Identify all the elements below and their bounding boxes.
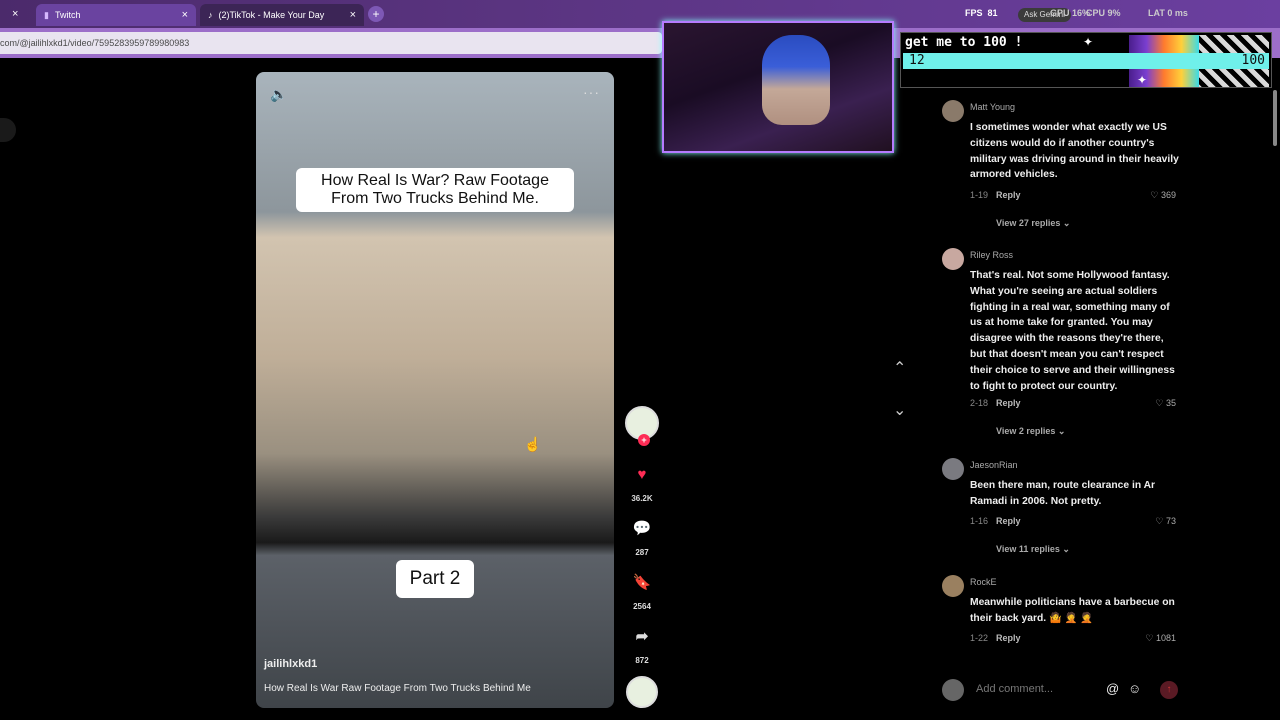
sparkle-icon: ✦: [1137, 73, 1148, 87]
close-tab-icon[interactable]: ×: [350, 9, 356, 21]
goal-title: get me to 100 !: [905, 35, 1023, 50]
avatar[interactable]: [942, 575, 964, 597]
comment-likes[interactable]: ♡ 369: [1150, 190, 1176, 201]
heart-icon[interactable]: ♥: [624, 466, 660, 484]
tab-label: Twitch: [54, 10, 81, 20]
comment-text: I sometimes wonder what exactly we US ci…: [970, 122, 1179, 181]
comment-author[interactable]: Matt Young: [970, 102, 1015, 112]
reply-button[interactable]: Reply: [996, 516, 1021, 526]
browser-tab-bar: × ▮ Twitch × ♪ (2)TikTok - Make Your Day…: [0, 0, 1280, 28]
video-part-label: Part 2: [396, 560, 474, 598]
streamer-figure: [762, 35, 830, 125]
send-button[interactable]: ↑: [1160, 681, 1178, 699]
comment-likes[interactable]: ♡ 35: [1155, 398, 1176, 409]
avatar[interactable]: [942, 100, 964, 122]
comment-text: Been there man, route clearance in Ar Ra…: [970, 480, 1156, 507]
url-field[interactable]: com/@jailihlxkd1/video/75952839597899809…: [0, 32, 662, 54]
avatar: [942, 679, 964, 701]
comment-author[interactable]: Riley Ross: [970, 250, 1013, 260]
volume-icon[interactable]: 🔈: [270, 86, 287, 103]
reply-button[interactable]: Reply: [996, 190, 1021, 200]
bookmark-icon[interactable]: 🔖: [624, 574, 660, 592]
more-options-icon[interactable]: ···: [583, 84, 600, 100]
webcam-overlay: [662, 21, 894, 153]
view-replies-button[interactable]: View 27 replies ⌄: [996, 218, 1070, 229]
tab-twitch[interactable]: ▮ Twitch ×: [36, 4, 196, 26]
new-tab-button[interactable]: +: [368, 6, 384, 22]
comment-icon[interactable]: 💬: [624, 520, 660, 538]
tab-tiktok[interactable]: ♪ (2)TikTok - Make Your Day ×: [200, 4, 364, 26]
avatar[interactable]: +: [625, 406, 659, 446]
video-player[interactable]: 🔈 ··· How Real Is War? Raw Footage From …: [256, 72, 614, 708]
video-author[interactable]: jailihlxkd1: [264, 658, 317, 670]
avatar[interactable]: [942, 458, 964, 480]
comment-input[interactable]: Add comment...: [976, 683, 1053, 695]
comment-meta: 2-18 Reply: [970, 398, 1021, 408]
avatar[interactable]: [942, 248, 964, 270]
music-disc[interactable]: [624, 676, 660, 708]
comment-count: 287: [635, 548, 649, 557]
comment-meta: 1-22 Reply: [970, 633, 1021, 643]
comment-author[interactable]: JaesonRian: [970, 460, 1018, 470]
comment-meta: 1-16 Reply: [970, 516, 1021, 526]
gpu-readout: GPU 16%: [1050, 8, 1091, 18]
reply-button[interactable]: Reply: [996, 398, 1021, 408]
comment-author[interactable]: RockE: [970, 577, 997, 587]
side-nav-handle[interactable]: [0, 118, 16, 142]
reply-button[interactable]: Reply: [996, 633, 1021, 643]
emoji-icon[interactable]: ☺: [1128, 681, 1141, 696]
comment-likes[interactable]: ♡ 1081: [1145, 633, 1176, 644]
follow-plus-icon[interactable]: +: [638, 434, 650, 446]
follower-goal-widget: get me to 100 ! ✦ ✦ 12 100: [900, 32, 1272, 88]
add-comment-bar: Add comment... @ ☺ ↑: [940, 676, 1180, 704]
view-replies-button[interactable]: View 11 replies ⌄: [996, 544, 1070, 555]
view-replies-button[interactable]: View 2 replies ⌄: [996, 426, 1065, 437]
cpu-readout: CPU 9%: [1086, 8, 1121, 18]
comment-meta: 1-19 Reply: [970, 190, 1021, 200]
creator-avatar[interactable]: +: [624, 406, 660, 446]
music-disc-icon[interactable]: [626, 676, 658, 708]
close-tab-icon[interactable]: ×: [12, 8, 18, 20]
mention-icon[interactable]: @: [1106, 681, 1119, 696]
comment-text: That's real. Not some Hollywood fantasy.…: [970, 270, 1175, 392]
tab-label: (2)TikTok - Make Your Day: [218, 10, 325, 20]
goal-max: 100: [1241, 53, 1265, 68]
like-count: 36.2K: [631, 494, 653, 503]
like-button[interactable]: ♥ 36.2K: [624, 466, 660, 503]
goal-current: 12: [909, 53, 925, 68]
save-count: 2564: [633, 602, 651, 611]
share-button[interactable]: ➦ 872: [624, 628, 660, 665]
video-caption: How Real Is War? Raw Footage From Two Tr…: [296, 168, 574, 212]
share-count: 872: [635, 656, 649, 665]
goal-progress-bar: 12 100: [903, 53, 1269, 69]
scrollbar[interactable]: [1273, 90, 1277, 146]
save-button[interactable]: 🔖 2564: [624, 574, 660, 611]
close-tab-icon[interactable]: ×: [182, 9, 188, 21]
comment-likes[interactable]: ♡ 73: [1155, 516, 1176, 527]
fps-readout: FPS 81: [965, 8, 998, 18]
sparkle-icon: ✦: [1083, 35, 1094, 49]
twitch-icon: ▮: [44, 9, 49, 20]
next-video-arrow-icon[interactable]: ⌄: [893, 400, 906, 420]
comment-button[interactable]: 💬 287: [624, 520, 660, 557]
previous-video-arrow-icon[interactable]: ⌃: [893, 358, 906, 378]
tiktok-icon: ♪: [208, 10, 213, 20]
share-icon[interactable]: ➦: [624, 628, 660, 646]
mouse-cursor-icon: ☝: [524, 436, 542, 452]
comment-text: Meanwhile politicians have a barbecue on…: [970, 597, 1175, 624]
video-description: How Real Is War Raw Footage From Two Tru…: [264, 683, 531, 694]
lat-readout: LAT 0 ms: [1148, 8, 1188, 18]
